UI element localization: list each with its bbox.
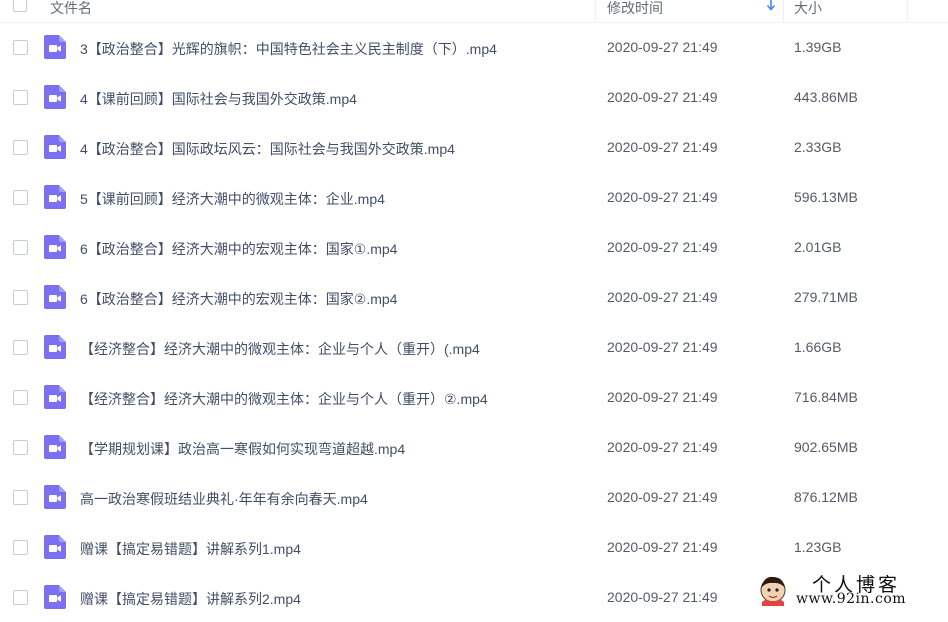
file-row[interactable]: 3【政治整合】光辉的旗帜：中国特色社会主义民主制度（下）.mp4 2020-09-… bbox=[0, 22, 948, 72]
row-checkbox[interactable] bbox=[13, 390, 28, 405]
cartoon-avatar-icon bbox=[760, 576, 786, 606]
row-checkbox[interactable] bbox=[13, 290, 28, 305]
video-file-icon bbox=[44, 235, 66, 259]
file-modified-time: 2020-09-27 21:49 bbox=[607, 339, 718, 355]
row-checkbox[interactable] bbox=[13, 90, 28, 105]
file-size: 279.71MB bbox=[794, 289, 858, 305]
file-row[interactable]: 【经济整合】经济大潮中的微观主体：企业与个人（重开）(.mp4 2020-09-2… bbox=[0, 322, 948, 372]
file-name[interactable]: 赠课【搞定易错题】讲解系列1.mp4 bbox=[80, 539, 301, 559]
file-name[interactable]: 赠课【搞定易错题】讲解系列2.mp4 bbox=[80, 589, 301, 609]
column-header-size[interactable]: 大小 bbox=[794, 0, 822, 18]
file-row[interactable]: 4【课前回顾】国际社会与我国外交政策.mp4 2020-09-27 21:49 44… bbox=[0, 72, 948, 122]
file-name[interactable]: 4【课前回顾】国际社会与我国外交政策.mp4 bbox=[80, 89, 357, 109]
file-row[interactable]: 高一政治寒假班结业典礼·年年有余向春天.mp4 2020-09-27 21:49 8… bbox=[0, 472, 948, 522]
file-size: 596.13MB bbox=[794, 189, 858, 205]
video-file-icon bbox=[44, 185, 66, 209]
row-checkbox[interactable] bbox=[13, 40, 28, 55]
video-file-icon bbox=[44, 135, 66, 159]
file-name[interactable]: 6【政治整合】经济大潮中的宏观主体：国家②.mp4 bbox=[80, 289, 397, 309]
file-name[interactable]: 【学期规划课】政治高一寒假如何实现弯道超越.mp4 bbox=[80, 439, 405, 459]
file-name[interactable]: 5【课前回顾】经济大潮中的微观主体：企业.mp4 bbox=[80, 189, 385, 209]
file-name[interactable]: 【经济整合】经济大潮中的微观主体：企业与个人（重开）②.mp4 bbox=[80, 389, 488, 409]
video-file-icon bbox=[44, 485, 66, 509]
column-divider bbox=[907, 0, 908, 22]
file-row[interactable]: 赠课【搞定易错题】讲解系列1.mp4 2020-09-27 21:49 1.23GB bbox=[0, 522, 948, 572]
file-modified-time: 2020-09-27 21:49 bbox=[607, 589, 718, 605]
file-size: 2.01GB bbox=[794, 239, 842, 255]
blog-watermark: 个人博客 www.92in.com bbox=[752, 568, 948, 611]
video-file-icon bbox=[44, 435, 66, 459]
video-file-icon bbox=[44, 385, 66, 409]
file-size: 902.65MB bbox=[794, 439, 858, 455]
row-checkbox[interactable] bbox=[13, 140, 28, 155]
row-checkbox[interactable] bbox=[13, 490, 28, 505]
row-checkbox[interactable] bbox=[13, 440, 28, 455]
file-size: 443.86MB bbox=[794, 89, 858, 105]
file-row[interactable]: 【经济整合】经济大潮中的微观主体：企业与个人（重开）②.mp4 2020-09-2… bbox=[0, 372, 948, 422]
video-file-icon bbox=[44, 35, 66, 59]
file-row[interactable]: 6【政治整合】经济大潮中的宏观主体：国家②.mp4 2020-09-27 21:4… bbox=[0, 272, 948, 322]
row-checkbox[interactable] bbox=[13, 590, 28, 605]
file-modified-time: 2020-09-27 21:49 bbox=[607, 189, 718, 205]
file-size: 716.84MB bbox=[794, 389, 858, 405]
file-name[interactable]: 4【政治整合】国际政坛风云：国际社会与我国外交政策.mp4 bbox=[80, 139, 455, 159]
file-name[interactable]: 【经济整合】经济大潮中的微观主体：企业与个人（重开）(.mp4 bbox=[80, 339, 480, 359]
file-size: 1.39GB bbox=[794, 39, 842, 55]
video-file-icon bbox=[44, 285, 66, 309]
file-size: 2.33GB bbox=[794, 139, 842, 155]
column-header-name[interactable]: 文件名 bbox=[50, 0, 92, 18]
file-name[interactable]: 高一政治寒假班结业典礼·年年有余向春天.mp4 bbox=[80, 489, 368, 509]
file-modified-time: 2020-09-27 21:49 bbox=[607, 139, 718, 155]
column-header-modified[interactable]: 修改时间 bbox=[607, 0, 663, 18]
file-size: 876.12MB bbox=[794, 489, 858, 505]
column-divider bbox=[783, 0, 784, 22]
file-row[interactable]: 【学期规划课】政治高一寒假如何实现弯道超越.mp4 2020-09-27 21:4… bbox=[0, 422, 948, 472]
video-file-icon bbox=[44, 85, 66, 109]
watermark-url: www.92in.com bbox=[796, 591, 907, 607]
file-modified-time: 2020-09-27 21:49 bbox=[607, 389, 718, 405]
file-modified-time: 2020-09-27 21:49 bbox=[607, 289, 718, 305]
file-list-header: 文件名 修改时间 大小 bbox=[0, 0, 948, 23]
file-name[interactable]: 6【政治整合】经济大潮中的宏观主体：国家①.mp4 bbox=[80, 239, 397, 259]
row-checkbox[interactable] bbox=[13, 340, 28, 355]
file-row[interactable]: 5【课前回顾】经济大潮中的微观主体：企业.mp4 2020-09-27 21:49… bbox=[0, 172, 948, 222]
file-row[interactable]: 4【政治整合】国际政坛风云：国际社会与我国外交政策.mp4 2020-09-27 … bbox=[0, 122, 948, 172]
video-file-icon bbox=[44, 335, 66, 359]
video-file-icon bbox=[44, 535, 66, 559]
file-size: 1.23GB bbox=[794, 539, 842, 555]
file-modified-time: 2020-09-27 21:49 bbox=[607, 239, 718, 255]
file-modified-time: 2020-09-27 21:49 bbox=[607, 89, 718, 105]
file-modified-time: 2020-09-27 21:49 bbox=[607, 439, 718, 455]
file-modified-time: 2020-09-27 21:49 bbox=[607, 489, 718, 505]
video-file-icon bbox=[44, 585, 66, 609]
row-checkbox[interactable] bbox=[13, 540, 28, 555]
file-modified-time: 2020-09-27 21:49 bbox=[607, 39, 718, 55]
column-divider bbox=[595, 0, 596, 22]
file-modified-time: 2020-09-27 21:49 bbox=[607, 539, 718, 555]
file-size: 1.66GB bbox=[794, 339, 842, 355]
row-checkbox[interactable] bbox=[13, 190, 28, 205]
select-all-checkbox[interactable] bbox=[13, 0, 27, 12]
file-name[interactable]: 3【政治整合】光辉的旗帜：中国特色社会主义民主制度（下）.mp4 bbox=[80, 39, 497, 59]
sort-down-icon[interactable] bbox=[766, 0, 776, 12]
row-checkbox[interactable] bbox=[13, 240, 28, 255]
file-row[interactable]: 6【政治整合】经济大潮中的宏观主体：国家①.mp4 2020-09-27 21:4… bbox=[0, 222, 948, 272]
